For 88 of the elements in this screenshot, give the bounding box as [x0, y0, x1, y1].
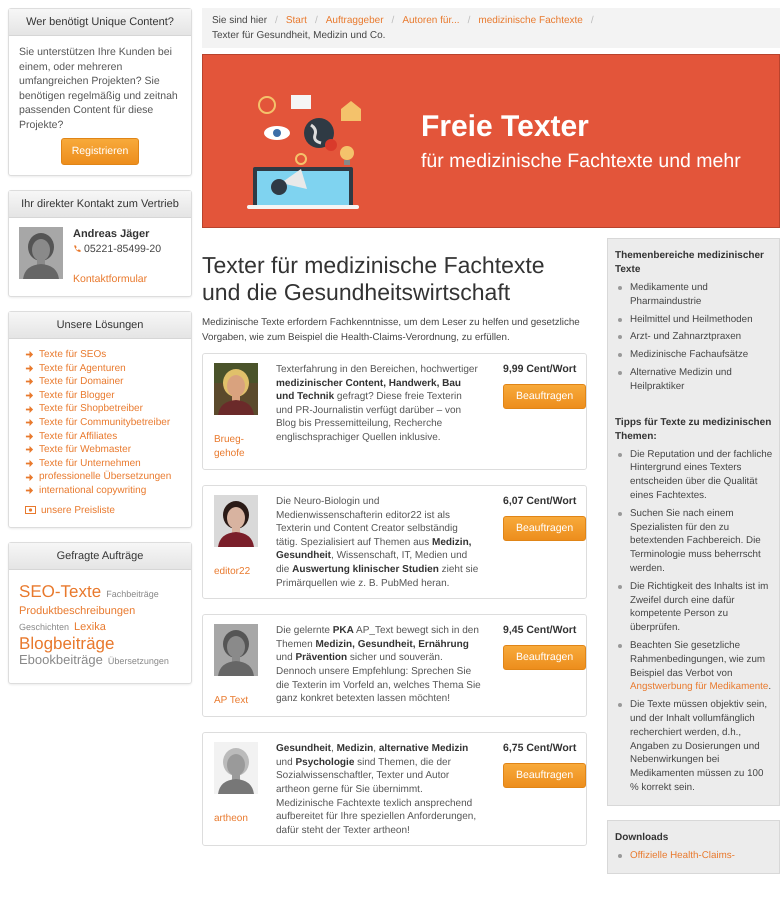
solution-link[interactable]: Texte für Blogger — [39, 388, 115, 402]
bullet-icon — [618, 370, 622, 375]
solution-link[interactable]: Texte für Agenturen — [39, 362, 126, 376]
contact-name: Andreas Jäger — [73, 226, 150, 241]
solution-link[interactable]: Texte für Domainer — [39, 375, 124, 389]
section-heading: Themenbereiche medizinischer Texte — [615, 249, 765, 277]
solution-link[interactable]: Texte für Communitybetreiber — [39, 416, 170, 430]
price-text: 9,45 Cent/Wort — [503, 624, 576, 638]
price-text: 9,99 Cent/Wort — [503, 363, 576, 377]
writer-name-link[interactable]: AP Text — [214, 694, 260, 708]
breadcrumb-label: Sie sind hier — [212, 14, 268, 28]
bullet-icon — [618, 452, 622, 457]
tag-link[interactable]: Ebookbeiträge — [19, 653, 103, 668]
phone-number: 05221-85499-20 — [73, 242, 162, 256]
breadcrumb-link[interactable]: Auftraggeber — [326, 13, 384, 28]
solution-link[interactable]: unsere Preisliste — [41, 504, 115, 518]
bullet-icon — [618, 335, 622, 340]
breadcrumb-separator: / — [314, 14, 318, 28]
breadcrumb-separator: / — [468, 14, 470, 28]
panel-title: Wer benötigt Unique Content? — [9, 9, 191, 36]
list-item-text: Alternative Medizin und Heilpraktiker — [630, 366, 733, 394]
bullet-icon — [618, 703, 622, 708]
breadcrumb-separator: / — [275, 14, 278, 28]
solution-link[interactable]: professionelle Übersetzungen — [39, 470, 172, 484]
bullet-icon — [618, 584, 622, 589]
panel-title: Ihr direkter Kontakt zum Vertrieb — [9, 190, 191, 218]
download-link[interactable]: Offizielle Health-Claims- — [630, 848, 735, 862]
price-text: 6,07 Cent/Wort — [503, 495, 576, 509]
bullet-icon — [618, 854, 622, 858]
tag-link[interactable]: Fachbeiträge — [106, 587, 159, 602]
writer-description: Die gelernte PKA AP_Text bewegt sich in den Themen Medizin, Gesundheit, Ernährung und Prävention sicher und souverän. Dennoch unsere Empfehlung: Sprechen Sie die Texterin im Vorfeld an, welches Thema Sie ganz konkret betexten lassen möchten! — [276, 624, 481, 706]
breadcrumb-separator: / — [392, 14, 394, 28]
writer-name-link[interactable]: artheon — [214, 812, 260, 826]
order-button[interactable]: Beauftragen — [503, 516, 586, 542]
tag-link[interactable]: Übersetzungen — [108, 654, 169, 669]
list-item-text: Die Reputation und der fachliche Hintergrund eines Texters entscheiden über die Qualität eines Fachtextes. — [630, 448, 773, 503]
breadcrumb-current: Texter für Gesundheit, Medizin und Co. — [212, 29, 386, 43]
solution-link[interactable]: Texte für Webmaster — [39, 443, 132, 457]
bullet-icon — [618, 512, 622, 516]
order-button[interactable]: Beauftragen — [503, 762, 586, 788]
list-item-text: Die Richtigkeit des Inhalts ist im Zweifel durch eine dafür kompetente Person zu überprüfen. — [630, 580, 770, 635]
list-item-text: Heilmittel und Heilmethoden — [630, 312, 753, 326]
page-heading: Texter für medizinische Fachtexte und die Gesundheitswirtschaft — [202, 252, 546, 306]
section-heading: Tipps für Texte zu medizinischen Themen: — [615, 416, 772, 444]
solution-link[interactable]: Texte für Affiliates — [39, 430, 118, 444]
inline-link[interactable]: Angstwerbung für Medikamente — [630, 680, 768, 694]
list-item-text: Medikamente und Pharmaindustrie — [630, 281, 709, 309]
writer-name-link[interactable]: editor22 — [214, 565, 260, 579]
bullet-icon — [618, 644, 622, 648]
breadcrumb-separator: / — [590, 14, 594, 28]
banner-title: Freie Texter — [421, 110, 590, 144]
list-item-text: Die Texte müssen objektiv sein, und der Inhalt vollumfänglich recherchiert werden, d.h., Angaben zu Dosierungen und Nebenwirkungen bei Medikamenten müssen zu 100 % korrekt sein. — [630, 698, 768, 795]
price-text: 6,75 Cent/Wort — [503, 742, 576, 756]
solution-link[interactable]: international copywriting — [39, 484, 146, 498]
writer-description: Gesundheit, Medizin, alternative Medizin und Psychologie sind Themen, die der Sozialwissenschaftler, Texter und Autor artheon gerne für Sie übernimmt. Medizinische Fachtexte texlich ansprechend aufbereitet für Ihre speziellen Anforderungen, dafür steht der Texter artheon! — [276, 742, 478, 838]
bullet-icon — [618, 353, 622, 358]
intro-text: Medizinische Texte erfordern Fachkenntnisse, um dem Leser zu helfen und gesetzliche Vorgaben, wie zum Beispiel die Health-Claims-Verordnung, zu erfüllen. — [202, 316, 581, 344]
bullet-icon — [618, 286, 622, 290]
breadcrumb-link[interactable]: medizinische Fachtexte — [478, 13, 583, 28]
order-button[interactable]: Beauftragen — [503, 384, 586, 410]
writer-description: Texterfahrung in den Bereichen, hochwertiger medizinischer Content, Handwerk, Bau und Technik gefragt? Diese freie Texterin und PR-Journalistin verfügt darüber – von Blog bis Pressemitteilung, Recherche englischsprachiger Quellen inklusive. — [276, 363, 479, 445]
money-icon — [25, 506, 36, 514]
list-item-text: Arzt- und Zahnarztpraxen — [630, 330, 742, 344]
solution-link[interactable]: Texte für SEOs — [39, 348, 106, 362]
solution-link[interactable]: Texte für Shopbetreiber — [39, 402, 143, 416]
order-button[interactable]: Beauftragen — [503, 644, 586, 670]
panel-title: Unsere Lösungen — [9, 312, 191, 339]
solution-link[interactable]: Texte für Unternehmen — [39, 456, 141, 470]
tag-link[interactable]: Blogbeiträge — [19, 636, 114, 652]
breadcrumb-link[interactable]: Start — [286, 13, 307, 28]
writer-name-link[interactable]: Brueg-gehofe — [214, 433, 260, 461]
tag-link[interactable]: Produktbeschreibungen — [19, 604, 136, 618]
tag-link[interactable]: Geschichten — [19, 620, 70, 635]
breadcrumb-link[interactable]: Autoren für... — [402, 13, 460, 28]
tag-link[interactable]: SEO-Texte — [19, 585, 102, 600]
list-item-text: Beachten Sie gesetzliche Rahmenbedingungen, wie zum Beispiel das Verbot von Angstwerbung für Medikamente. — [630, 638, 772, 694]
tag-link[interactable]: Lexika — [74, 620, 106, 635]
promo-text: Sie unterstützen Ihre Kunden bei einem, oder mehreren umfangreichen Projekten? Sie benötigen regelmäßig und zeitnah passenden Content für diese Projekte? — [19, 45, 179, 132]
register-button[interactable]: Registrieren — [60, 138, 140, 164]
panel-title: Gefragte Aufträge — [9, 543, 191, 570]
bullet-icon — [618, 318, 622, 322]
list-item-text: Medizinische Fachaufsätze — [630, 348, 748, 362]
banner-subtitle: für medizinische Fachtexte und mehr — [421, 150, 741, 172]
phone-icon — [73, 245, 81, 254]
list-item-text: Suchen Sie nach einem Spezialisten für den zu betextenden Fachbereich. Die Terminologie muss beherrscht werden. — [630, 506, 762, 576]
contact-form-link[interactable]: Kontaktformular — [73, 272, 162, 286]
writer-description: Die Neuro-Biologin und Medienwissenschafterin editor22 ist als Texterin und Content Creator selbständig tätig. Spezialisiert auf Themen aus Medizin, Gesundheit, Wissenschaft, IT, Medien und die Auswertung klinischer Studien zieht sie Primärquellen wie z. B. PubMed heran. — [276, 495, 480, 590]
section-heading: Downloads — [615, 830, 670, 845]
